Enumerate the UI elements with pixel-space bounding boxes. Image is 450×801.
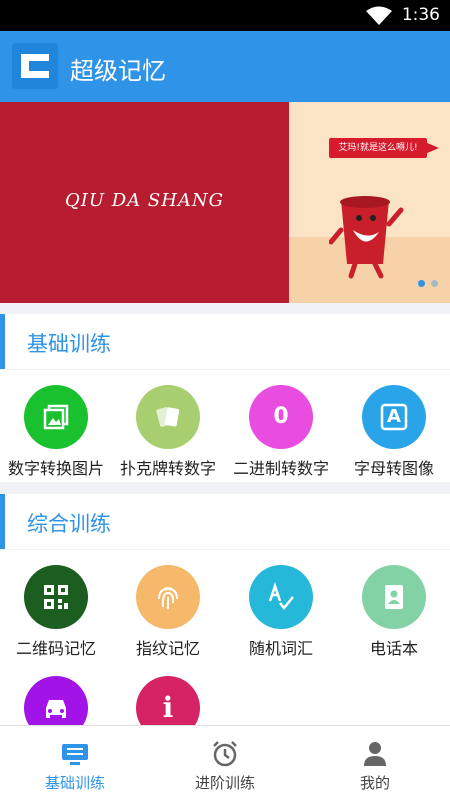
grid-item-binary-to-number[interactable]: 0 二进制转数字	[225, 385, 337, 489]
banner-slide-left: QIU DA SHANG	[0, 102, 289, 303]
section-header-basic: 基础训练	[0, 314, 450, 369]
section-title: 基础训练	[27, 332, 111, 356]
grid-item-label: 字母转图像	[353, 459, 434, 478]
car-icon	[24, 676, 88, 725]
grid-item-poker-to-number[interactable]: 扑克牌转数字	[112, 385, 224, 489]
banner-speech-bubble: 艾玛!就是这么嘚儿!	[329, 138, 439, 158]
section-accent-bar	[0, 494, 5, 549]
grid-item-label: 二维码记忆	[15, 639, 96, 658]
app-bar: 超级记忆	[0, 31, 450, 102]
nav-tab-label: 进阶训练	[194, 774, 255, 792]
section-accent-bar	[0, 314, 5, 369]
qr-code-icon	[24, 565, 88, 629]
section-title: 综合训练	[27, 512, 111, 536]
fingerprint-icon	[136, 565, 200, 629]
mascot-cup-illustration	[329, 196, 404, 279]
grid-item-letter-to-image[interactable]: A 字母转图像	[338, 385, 450, 489]
section-header-comprehensive: 综合训练	[0, 494, 450, 549]
app-title: 超级记忆	[70, 57, 166, 85]
nav-tab-mine[interactable]: 我的	[300, 726, 450, 801]
grid-item-info[interactable]: i	[112, 676, 224, 725]
grid-item-label: 指纹记忆	[135, 639, 200, 658]
grid-item-label: 二进制转数字	[232, 459, 329, 478]
grid-item-phone-book[interactable]: 电话本	[338, 565, 450, 669]
grid-item-number-to-image[interactable]: 数字转换图片	[0, 385, 112, 489]
grid-item-car[interactable]	[0, 676, 112, 725]
wifi-icon	[366, 6, 392, 25]
nav-tab-label: 基础训练	[44, 774, 105, 792]
status-bar: 1:36	[0, 0, 450, 31]
banner-carousel[interactable]: QIU DA SHANG 艾玛!就是这么嘚儿!	[0, 102, 450, 303]
monitor-icon	[62, 744, 88, 765]
letter-a-icon: A	[362, 385, 426, 449]
zero-icon: 0	[249, 385, 313, 449]
banner-dot-active[interactable]	[418, 280, 425, 287]
grid-item-qr-memory[interactable]: 二维码记忆	[0, 565, 112, 669]
grid-item-random-vocabulary[interactable]: 随机词汇	[225, 565, 337, 669]
info-icon: i	[136, 676, 200, 725]
banner-dot[interactable]	[431, 280, 438, 287]
grid-item-fingerprint-memory[interactable]: 指纹记忆	[112, 565, 224, 669]
basic-training-grid: 数字转换图片 扑克牌转数字 0 二进制转数字 A 字母转图像	[0, 370, 450, 482]
banner-page-indicator	[412, 272, 438, 291]
bottom-navigation: 基础训练 进阶训练 我的	[0, 725, 450, 801]
banner-slide-text: QIU DA SHANG	[64, 190, 225, 211]
spellcheck-icon	[249, 565, 313, 629]
comprehensive-training-grid: 二维码记忆 指纹记忆 随机词汇 电话本 i	[0, 550, 450, 725]
info-glyph: i	[162, 691, 174, 724]
zero-glyph: 0	[273, 404, 289, 429]
grid-item-label: 随机词汇	[248, 639, 313, 658]
grid-item-label: 电话本	[369, 639, 418, 658]
alarm-clock-icon	[213, 741, 237, 767]
contact-book-icon	[362, 565, 426, 629]
grid-item-label: 扑克牌转数字	[119, 459, 216, 478]
image-icon	[24, 385, 88, 449]
app-logo-icon	[12, 43, 58, 89]
nav-tab-advanced-training[interactable]: 进阶训练	[150, 726, 300, 801]
nav-tab-basic-training[interactable]: 基础训练	[0, 726, 150, 801]
grid-item-label: 数字转换图片	[7, 459, 104, 478]
letter-a-glyph: A	[387, 406, 401, 427]
nav-tab-label: 我的	[359, 774, 390, 792]
person-icon	[364, 742, 386, 766]
cards-icon	[136, 385, 200, 449]
banner-slide-right: 艾玛!就是这么嘚儿!	[289, 102, 450, 303]
status-time: 1:36	[401, 5, 440, 25]
